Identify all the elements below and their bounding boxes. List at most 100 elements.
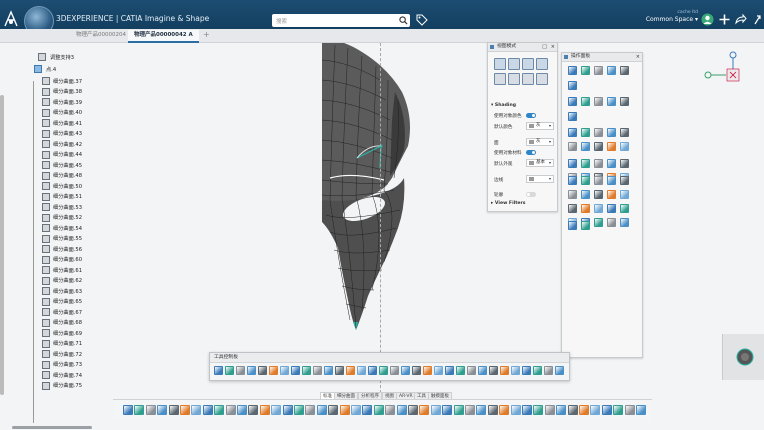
search-box[interactable]: 搜索 [272,14,410,27]
action-tool-icon[interactable] [442,405,453,415]
action-tool-icon[interactable] [385,405,396,415]
palette-tool-icon[interactable] [467,366,476,375]
transform-tool-icon[interactable] [568,159,577,168]
shape-tool-icon[interactable] [581,66,590,75]
feature-tool-icon[interactable] [594,176,603,185]
feature-tool-icon[interactable] [607,218,616,227]
add-icon[interactable] [718,13,731,26]
action-tool-icon[interactable] [533,405,544,415]
palette-tool-icon[interactable] [412,366,421,375]
modify-tool-icon[interactable] [607,142,616,151]
action-tool-icon[interactable] [476,405,487,415]
action-tool-icon[interactable] [453,405,464,415]
utility-tool-icon[interactable] [581,221,590,230]
default-color-select[interactable]: 灰 ▾ [526,122,554,130]
action-tool-icon[interactable] [636,405,646,415]
action-tool-icon[interactable] [499,405,510,415]
feature-tool-icon[interactable] [594,190,603,199]
action-tool-icon[interactable] [271,405,282,415]
use-object-color-toggle[interactable] [526,113,536,118]
transform-tool-icon[interactable] [620,159,629,168]
render-mode-icon[interactable] [536,58,548,70]
feature-tool-icon[interactable] [568,176,577,185]
tree-scrollbar[interactable] [0,95,4,395]
palette-tool-icon[interactable] [423,366,432,375]
palette-tool-icon[interactable] [544,366,553,375]
user-menu[interactable]: cache ltd Common Space ▾ [640,10,698,23]
action-tool-icon[interactable] [225,405,236,415]
action-tool-icon[interactable] [362,405,373,415]
feature-tool-icon[interactable] [620,190,629,199]
action-tool-icon[interactable] [522,405,532,415]
palette-tool-icon[interactable] [456,366,465,375]
action-tool-icon[interactable] [556,405,567,415]
action-tool-icon[interactable] [328,405,339,415]
palette-tool-icon[interactable] [522,366,531,375]
palette-tool-icon[interactable] [247,366,256,375]
action-tool-icon[interactable] [590,405,601,415]
render-mode-icon[interactable] [536,73,548,85]
transform-tool-icon[interactable] [607,159,616,168]
shading-expand-icon[interactable]: ▾ [491,103,493,108]
action-tool-icon[interactable] [157,405,168,415]
shape-tool-icon[interactable] [607,66,616,75]
palette-tool-icon[interactable] [225,366,234,375]
palette-tool-icon[interactable] [368,366,377,375]
palette-tool-icon[interactable] [258,366,267,375]
action-tool-icon[interactable] [180,405,190,415]
utility-tool-icon[interactable] [568,221,577,230]
palette-tool-icon[interactable] [478,366,487,375]
feature-tool-icon[interactable] [607,204,616,213]
modify-tool-icon[interactable] [620,142,629,151]
search-input[interactable]: 搜索 [276,17,287,25]
model-thumbnail[interactable] [722,334,764,380]
close-icon[interactable]: × [636,53,640,61]
render-mode-icon[interactable] [494,58,506,70]
edit-tool-icon[interactable] [581,97,590,106]
palette-tool-icon[interactable] [280,366,289,375]
palette-tool-icon[interactable] [533,366,542,375]
palette-tool-icon[interactable] [291,366,300,375]
action-tool-icon[interactable] [419,405,430,415]
feature-tool-icon[interactable] [581,204,590,213]
action-tool-icon[interactable] [305,405,316,415]
action-tool-icon[interactable] [123,405,133,415]
action-tool-icon[interactable] [237,405,247,415]
render-mode-icon[interactable] [508,58,520,70]
edit-tool-icon[interactable] [568,112,577,121]
feature-tool-icon[interactable] [620,218,629,227]
tab-document-2[interactable]: 物理产品00000042 A [128,30,199,43]
edit-tool-icon[interactable] [607,97,616,106]
shape-tool-icon[interactable] [568,66,577,75]
edges-select[interactable]: ▾ [526,175,554,183]
edit-tool-icon[interactable] [568,97,577,106]
feature-tool-icon[interactable] [594,204,603,213]
action-tool-icon[interactable] [351,405,361,415]
palette-tool-icon[interactable] [500,366,509,375]
palette-tool-icon[interactable] [335,366,344,375]
add-tab-icon[interactable]: + [203,30,210,39]
action-tool-icon[interactable] [134,405,145,415]
action-tool-icon[interactable] [544,405,555,415]
feature-tool-icon[interactable] [607,190,616,199]
tag-icon[interactable] [416,14,428,26]
palette-tool-icon[interactable] [511,366,520,375]
view-compass-icon[interactable] [700,50,750,90]
action-tool-icon[interactable] [487,405,498,415]
action-tool-icon[interactable] [601,405,612,415]
modify-tool-icon[interactable] [568,128,577,137]
action-tool-icon[interactable] [567,405,578,415]
modify-tool-icon[interactable] [620,128,629,137]
action-tool-icon[interactable] [613,405,624,415]
palette-tool-icon[interactable] [489,366,498,375]
outline-toggle[interactable] [526,192,536,197]
shape-tool-icon[interactable] [620,66,629,75]
palette-tool-icon[interactable] [236,366,245,375]
view-filters-expand-icon[interactable]: ▸ [491,201,493,206]
faces-color-select[interactable]: 灰 ▾ [526,138,554,146]
render-mode-icon[interactable] [522,58,534,70]
edit-tool-icon[interactable] [620,97,629,106]
modify-tool-icon[interactable] [568,142,577,151]
action-tool-icon[interactable] [191,405,202,415]
feature-tool-icon[interactable] [581,176,590,185]
